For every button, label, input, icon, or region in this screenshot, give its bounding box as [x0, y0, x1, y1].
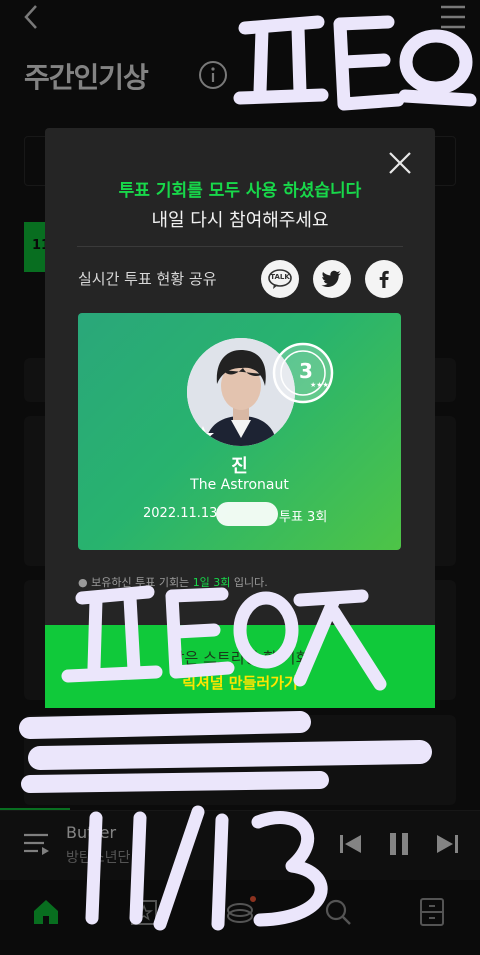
handwritten-annotations — [19, 15, 477, 931]
